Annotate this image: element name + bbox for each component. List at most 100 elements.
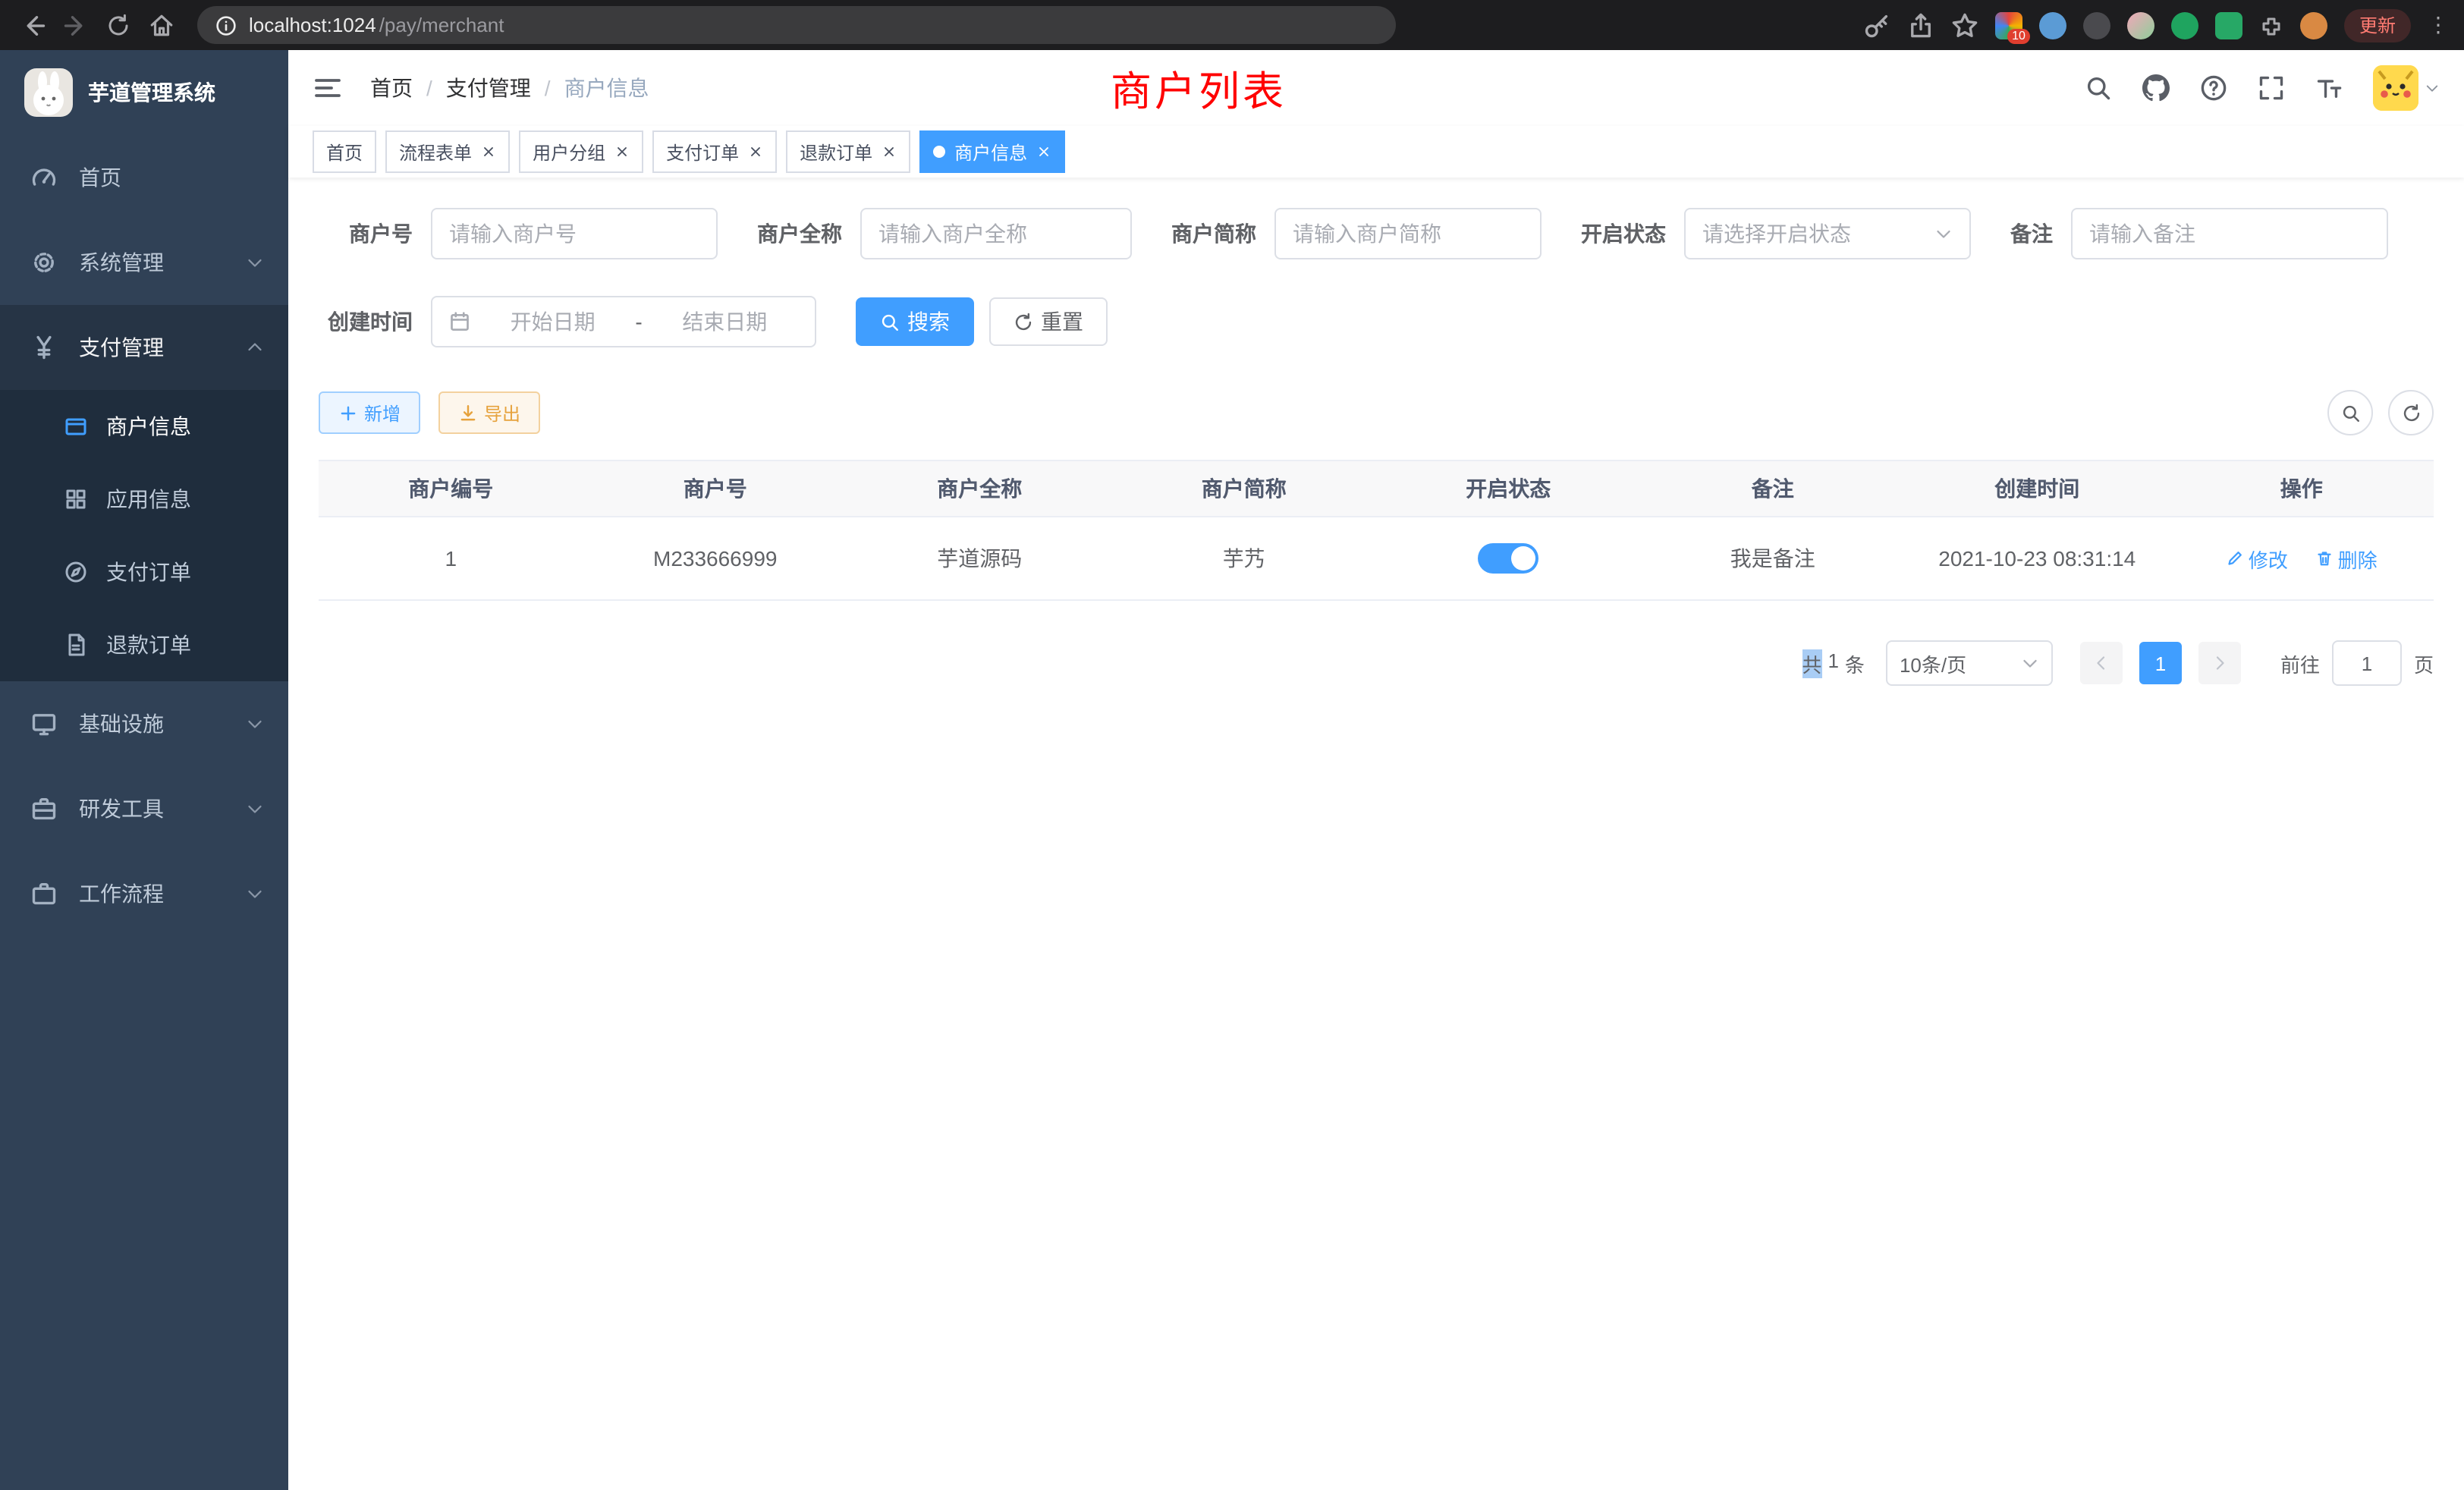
cell-full-name: 芋道源码: [847, 517, 1112, 600]
browser-menu-icon[interactable]: ⋮: [2428, 12, 2449, 38]
browser-home-icon[interactable]: [143, 7, 179, 43]
browser-toolbar: localhost:1024/pay/merchant 10 更新 ⋮: [0, 0, 2464, 50]
url-path: /pay/merchant: [379, 14, 504, 36]
edit-button[interactable]: 修改: [2226, 544, 2288, 573]
extensions-puzzle-icon[interactable]: [2259, 13, 2283, 37]
merchant-table: 商户编号 商户号 商户全称 商户简称 开启状态 备注 创建时间 操作 1: [319, 460, 2434, 601]
page-size-select[interactable]: 10条/页: [1886, 640, 2053, 686]
page-title-annotation: 商户列表: [1111, 58, 1287, 118]
cell-remark: 我是备注: [1641, 517, 1906, 600]
address-bar[interactable]: localhost:1024/pay/merchant: [197, 6, 1396, 44]
chevron-up-icon: [246, 338, 264, 357]
fullscreen-icon[interactable]: [2258, 74, 2285, 102]
status-select-input[interactable]: [1702, 222, 1925, 246]
download-icon: [458, 403, 478, 423]
delete-button[interactable]: 删除: [2315, 544, 2378, 573]
browser-back-icon[interactable]: [15, 7, 52, 43]
date-separator: -: [635, 310, 642, 334]
sidebar-item-pay-order[interactable]: 支付订单: [0, 536, 288, 608]
gear-icon: [30, 249, 58, 276]
sidebar-item-merchant-info[interactable]: 商户信息: [0, 390, 288, 463]
browser-extension-icon[interactable]: [2039, 11, 2066, 39]
add-button[interactable]: 新增: [319, 391, 420, 434]
sidebar-item-infrastructure[interactable]: 基础设施: [0, 681, 288, 766]
full-name-input[interactable]: [878, 222, 1114, 246]
tab-home[interactable]: 首页: [313, 130, 376, 173]
chevron-down-icon: [1934, 225, 1953, 243]
full-name-label: 商户全称: [757, 218, 842, 249]
close-icon[interactable]: [748, 144, 763, 159]
status-toggle[interactable]: [1478, 543, 1538, 574]
remark-input[interactable]: [2089, 222, 2370, 246]
github-icon[interactable]: [2142, 74, 2170, 102]
sidebar-item-dev-tools[interactable]: 研发工具: [0, 766, 288, 851]
next-page-button[interactable]: [2198, 642, 2241, 684]
breadcrumb-home[interactable]: 首页: [370, 73, 413, 103]
close-icon[interactable]: [481, 144, 496, 159]
help-icon[interactable]: [2200, 74, 2227, 102]
status-select[interactable]: [1684, 208, 1971, 259]
tab-process-form[interactable]: 流程表单: [385, 130, 510, 173]
sidebar-item-pay[interactable]: 支付管理: [0, 305, 288, 390]
breadcrumb-pay[interactable]: 支付管理: [446, 73, 531, 103]
chevron-down-icon: [246, 800, 264, 818]
hamburger-icon[interactable]: [313, 73, 343, 103]
share-icon[interactable]: [1907, 11, 1934, 39]
cell-merchant-no: M233666999: [583, 517, 848, 600]
browser-refresh-icon[interactable]: [100, 7, 137, 43]
browser-extension-icon[interactable]: [2171, 11, 2198, 39]
close-icon[interactable]: [882, 144, 897, 159]
bookmark-star-icon[interactable]: [1951, 11, 1978, 39]
full-name-field[interactable]: [860, 208, 1132, 259]
goto-page-input[interactable]: [2332, 640, 2402, 686]
app-title: 芋道管理系统: [88, 77, 215, 108]
sidebar-item-refund-order[interactable]: 退款订单: [0, 608, 288, 681]
url-host: localhost:1024: [249, 14, 376, 36]
sidebar-item-home[interactable]: 首页: [0, 135, 288, 220]
browser-forward-icon[interactable]: [58, 7, 94, 43]
short-name-input[interactable]: [1293, 222, 1523, 246]
sidebar-item-system[interactable]: 系统管理: [0, 220, 288, 305]
date-end-input[interactable]: [652, 310, 798, 334]
refresh-table-button[interactable]: [2388, 390, 2434, 435]
col-header-remark: 备注: [1641, 461, 1906, 517]
browser-extension-icon[interactable]: [2127, 11, 2154, 39]
search-button[interactable]: 搜索: [856, 297, 974, 346]
sidebar-item-app-info[interactable]: 应用信息: [0, 463, 288, 536]
tags-view: 首页 流程表单 用户分组 支付订单 退款订单 商户信息: [288, 126, 2464, 178]
browser-update-button[interactable]: 更新: [2344, 8, 2411, 42]
close-icon[interactable]: [1036, 144, 1051, 159]
font-size-icon[interactable]: [2315, 74, 2343, 102]
browser-extension-icon[interactable]: [2215, 11, 2242, 39]
merchant-no-input[interactable]: [449, 222, 699, 246]
date-range-picker[interactable]: -: [431, 296, 816, 347]
remark-field[interactable]: [2071, 208, 2388, 259]
col-header-full-name: 商户全称: [847, 461, 1112, 517]
close-icon[interactable]: [614, 144, 630, 159]
sidebar-item-label: 首页: [79, 162, 121, 193]
sidebar-item-workflow[interactable]: 工作流程: [0, 851, 288, 936]
password-key-icon[interactable]: [1863, 11, 1890, 39]
date-start-input[interactable]: [479, 310, 626, 334]
sidebar-item-label: 基础设施: [79, 709, 164, 739]
search-icon[interactable]: [2085, 74, 2112, 102]
page-number-button[interactable]: 1: [2139, 642, 2182, 684]
breadcrumb: 首页 / 支付管理 / 商户信息: [370, 73, 649, 103]
tab-refund-order[interactable]: 退款订单: [786, 130, 910, 173]
tab-user-group[interactable]: 用户分组: [519, 130, 643, 173]
merchant-no-field[interactable]: [431, 208, 718, 259]
user-avatar[interactable]: [2373, 65, 2440, 111]
app-logo[interactable]: 芋道管理系统: [0, 50, 288, 135]
tab-merchant-info[interactable]: 商户信息: [919, 130, 1065, 173]
browser-extension-icon[interactable]: 10: [1995, 11, 2022, 39]
cell-merchant-id: 1: [319, 517, 583, 600]
browser-extension-icon[interactable]: [2083, 11, 2110, 39]
reset-button[interactable]: 重置: [989, 297, 1108, 346]
prev-page-button[interactable]: [2080, 642, 2123, 684]
toggle-search-button[interactable]: [2327, 390, 2373, 435]
site-info-icon[interactable]: [215, 14, 237, 36]
short-name-field[interactable]: [1274, 208, 1542, 259]
tab-pay-order[interactable]: 支付订单: [652, 130, 777, 173]
export-button[interactable]: 导出: [438, 391, 540, 434]
browser-profile-avatar[interactable]: [2300, 11, 2327, 39]
